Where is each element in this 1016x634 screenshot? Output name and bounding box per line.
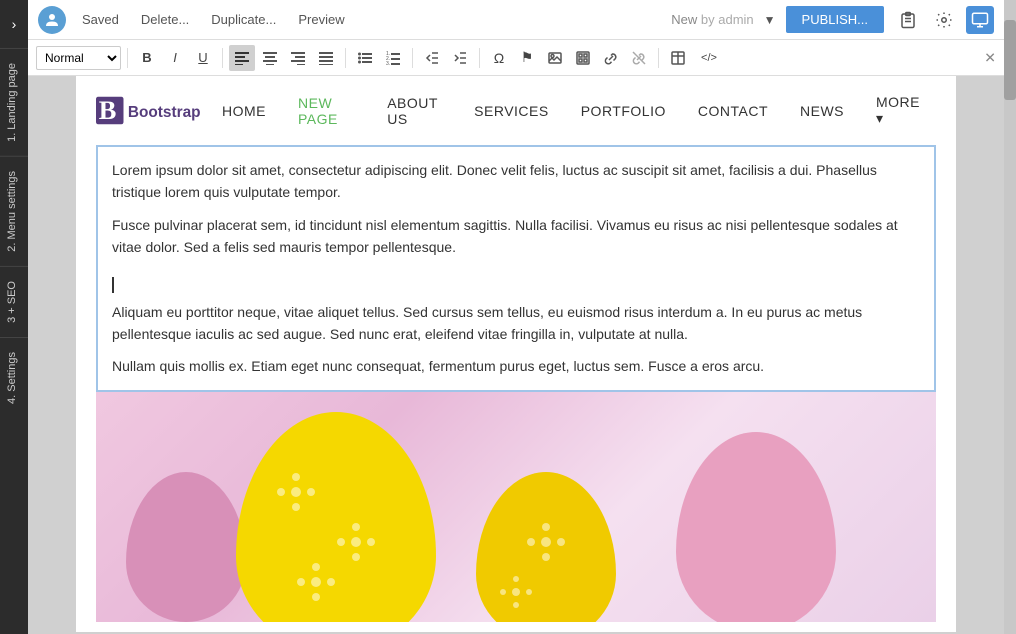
nav-item-home[interactable]: HOME <box>206 95 282 127</box>
table-button[interactable] <box>665 45 691 71</box>
monitor-icon[interactable] <box>966 6 994 34</box>
settings-icon[interactable] <box>930 6 958 34</box>
duplicate-button[interactable]: Duplicate... <box>205 8 282 31</box>
sidebar-item-landing[interactable]: 1. Landing page <box>0 48 28 156</box>
nav-item-contact[interactable]: CONTACT <box>682 95 784 127</box>
indent-decrease-button[interactable] <box>419 45 445 71</box>
paragraph-3: Aliquam eu porttitor neque, vitae alique… <box>112 301 920 346</box>
nav-item-services[interactable]: SERVICES <box>458 95 565 127</box>
right-scrollbar[interactable] <box>1004 0 1016 634</box>
unordered-list-button[interactable] <box>352 45 378 71</box>
sidebar-item-seo[interactable]: 3 + SEO <box>0 266 28 337</box>
preview-button[interactable]: Preview <box>292 8 350 31</box>
nav-item-about[interactable]: ABOUT US <box>371 87 458 135</box>
sep-3 <box>345 48 346 68</box>
top-bar-icons <box>894 6 994 34</box>
egg-pink-small <box>126 472 246 622</box>
sidebar-item-menu[interactable]: 2. Menu settings <box>0 156 28 266</box>
link-button[interactable] <box>598 45 624 71</box>
sidebar-items: 1. Landing page 2. Menu settings 3 + SEO… <box>0 48 28 418</box>
format-select[interactable]: Normal Heading 1 Heading 2 Heading 3 <box>36 46 121 70</box>
egg-yellow-large <box>236 412 436 622</box>
app-logo <box>38 6 66 34</box>
underline-button[interactable]: U <box>190 45 216 71</box>
easter-eggs-image <box>96 392 936 622</box>
source-button[interactable]: </> <box>693 45 725 71</box>
egg-yellow-medium <box>476 472 616 622</box>
align-center-button[interactable] <box>257 45 283 71</box>
top-bar: Saved Delete... Duplicate... Preview New… <box>28 0 1004 40</box>
page-title: New by admin <box>671 12 753 27</box>
toolbar-close-button[interactable]: ✕ <box>984 49 996 66</box>
image-insert-button[interactable] <box>542 45 568 71</box>
unlink-button[interactable] <box>626 45 652 71</box>
paragraph-1: Lorem ipsum dolor sit amet, consectetur … <box>112 159 920 204</box>
align-left-button[interactable] <box>229 45 255 71</box>
nav-item-news[interactable]: NEWS <box>784 95 860 127</box>
delete-button[interactable]: Delete... <box>135 8 195 31</box>
sidebar-item-settings[interactable]: 4. Settings <box>0 337 28 418</box>
svg-text:Bootstrap: Bootstrap <box>128 104 201 121</box>
nav-logo: B Bootstrap <box>96 93 206 128</box>
site-wrapper: B Bootstrap HOME NEW PAGE ABOUT US SERVI… <box>76 76 956 632</box>
saved-label: Saved <box>76 8 125 31</box>
nav-item-more[interactable]: MORE ▾ <box>860 86 936 135</box>
scrollbar-thumb[interactable] <box>1004 20 1016 100</box>
formatting-toolbar: Normal Heading 1 Heading 2 Heading 3 B I… <box>28 40 1004 76</box>
sep-6 <box>658 48 659 68</box>
publish-button[interactable]: PUBLISH... <box>786 6 884 33</box>
text-cursor <box>112 277 114 293</box>
special-char-button[interactable]: Ω <box>486 45 512 71</box>
sep-5 <box>479 48 480 68</box>
bold-button[interactable]: B <box>134 45 160 71</box>
sidebar-toggle[interactable]: › <box>12 10 17 38</box>
italic-button[interactable]: I <box>162 45 188 71</box>
align-right-button[interactable] <box>285 45 311 71</box>
paragraph-2: Fusce pulvinar placerat sem, id tincidun… <box>112 214 920 259</box>
main-area: Saved Delete... Duplicate... Preview New… <box>28 0 1004 634</box>
image-block <box>96 392 936 622</box>
clipboard-icon[interactable] <box>894 6 922 34</box>
align-justify-button[interactable] <box>313 45 339 71</box>
egg-pink-large <box>676 432 836 622</box>
indent-increase-button[interactable] <box>447 45 473 71</box>
sep-2 <box>222 48 223 68</box>
sep-4 <box>412 48 413 68</box>
svg-text:B: B <box>99 95 117 125</box>
nav-item-new-page[interactable]: NEW PAGE <box>282 87 371 135</box>
anchor-button[interactable]: ⚑ <box>514 45 540 71</box>
left-sidebar: › 1. Landing page 2. Menu settings 3 + S… <box>0 0 28 634</box>
media-button[interactable] <box>570 45 596 71</box>
page-content: B Bootstrap HOME NEW PAGE ABOUT US SERVI… <box>28 76 1004 634</box>
page-dropdown[interactable]: ▼ <box>764 13 776 27</box>
site-nav: B Bootstrap HOME NEW PAGE ABOUT US SERVI… <box>76 76 956 145</box>
content-area: Lorem ipsum dolor sit amet, consectetur … <box>76 145 956 632</box>
text-block[interactable]: Lorem ipsum dolor sit amet, consectetur … <box>96 145 936 392</box>
paragraph-4: Nullam quis mollis ex. Etiam eget nunc c… <box>112 355 920 377</box>
svg-text:3.: 3. <box>386 61 390 65</box>
ordered-list-button[interactable]: 1. 2. 3. <box>380 45 406 71</box>
sep-1 <box>127 48 128 68</box>
nav-item-portfolio[interactable]: PORTFOLIO <box>565 95 682 127</box>
